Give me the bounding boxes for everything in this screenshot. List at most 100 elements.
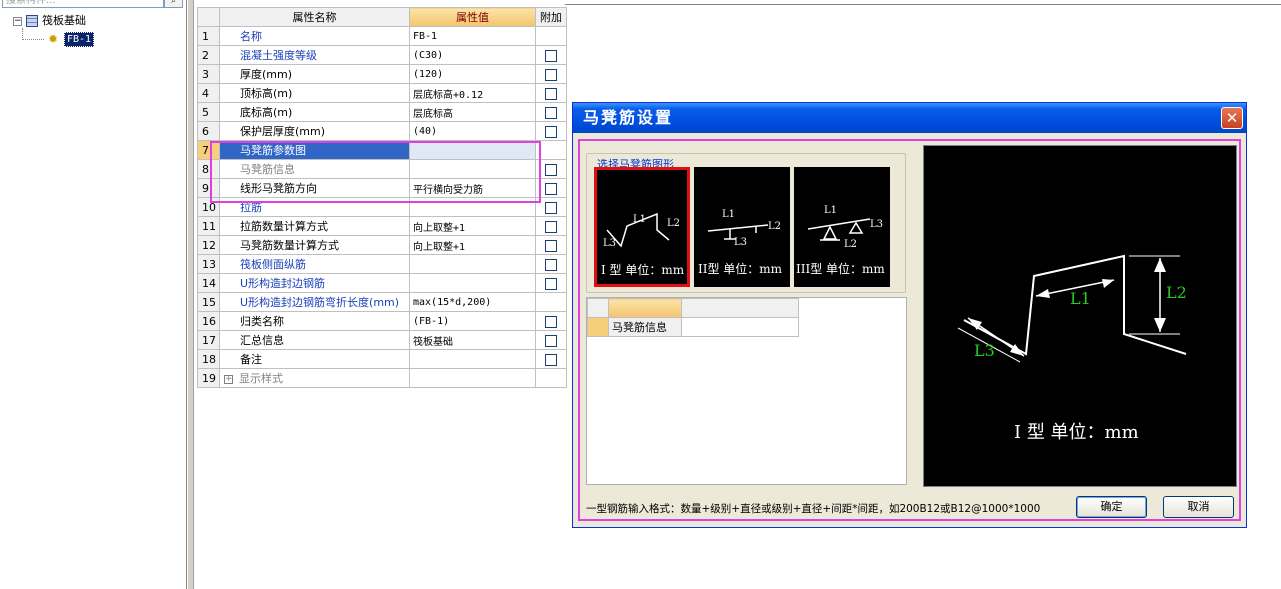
grid-row[interactable]: 1 名称 FB-1 bbox=[197, 26, 567, 46]
extra-checkbox[interactable] bbox=[545, 334, 557, 347]
search-icon[interactable]: ⌕ bbox=[164, 0, 183, 8]
extra-checkbox[interactable] bbox=[545, 182, 557, 195]
extra-cell bbox=[535, 349, 567, 369]
grid-row[interactable]: 3 厚度(mm) (120) bbox=[197, 64, 567, 84]
close-icon[interactable]: ✕ bbox=[1221, 107, 1243, 129]
extra-cell bbox=[535, 26, 567, 46]
row-number: 5 bbox=[197, 102, 220, 122]
grid-row[interactable]: 14 U形构造封边钢筋 bbox=[197, 273, 567, 293]
grid-row[interactable]: 13 筏板侧面纵筋 bbox=[197, 254, 567, 274]
grid-row[interactable]: 5 底标高(m) 层底标高 bbox=[197, 102, 567, 122]
shape-type-1-thumb[interactable]: L1 L2 L3 I 型 单位：mm bbox=[594, 167, 690, 287]
row-number: 18 bbox=[197, 349, 220, 369]
property-name[interactable]: 筏板侧面纵筋 bbox=[219, 254, 410, 274]
grid-corner bbox=[197, 7, 220, 27]
dialog-title: 马凳筋设置 bbox=[573, 103, 1246, 133]
row-number: 1 bbox=[197, 26, 220, 46]
cancel-button[interactable]: 取消 bbox=[1163, 496, 1234, 518]
property-name[interactable]: 保护层厚度(mm) bbox=[219, 121, 410, 141]
extra-checkbox[interactable] bbox=[545, 163, 557, 176]
extra-checkbox[interactable] bbox=[545, 353, 557, 366]
thumb1-l2: L2 bbox=[667, 218, 680, 229]
extra-checkbox[interactable] bbox=[545, 315, 557, 328]
splitter-bar[interactable] bbox=[188, 0, 194, 589]
property-name[interactable]: 拉筋数量计算方式 bbox=[219, 216, 410, 236]
thumb2-l2: L2 bbox=[768, 221, 781, 232]
property-name[interactable]: 备注 bbox=[219, 349, 410, 369]
extra-checkbox[interactable] bbox=[545, 239, 557, 252]
row-number: 6 bbox=[197, 121, 220, 141]
property-name[interactable]: 厚度(mm) bbox=[219, 64, 410, 84]
shape-type-2-thumb[interactable]: L1 L2 L3 II型 单位：mm bbox=[694, 167, 790, 287]
input-format-hint: 一型钢筋输入格式：数量+级别+直径或级别+直径+间距*间距，如200B12或B1… bbox=[586, 503, 1041, 515]
property-value[interactable]: 层底标高 bbox=[409, 102, 536, 122]
property-name[interactable]: 马凳筋数量计算方式 bbox=[219, 235, 410, 255]
grid-row[interactable]: 16 归类名称 (FB-1) bbox=[197, 311, 567, 331]
thumb3-l1: L1 bbox=[824, 205, 837, 216]
extra-cell bbox=[535, 254, 567, 274]
row-number: 3 bbox=[197, 64, 220, 84]
thumb3-l2: L2 bbox=[844, 239, 857, 250]
row-number: 2 bbox=[197, 45, 220, 65]
grid-row[interactable]: 11 拉筋数量计算方式 向上取整+1 bbox=[197, 216, 567, 236]
tree-node-root[interactable]: − 筏板基础 bbox=[13, 13, 86, 29]
grid-row[interactable]: 18 备注 bbox=[197, 349, 567, 369]
property-value[interactable] bbox=[409, 273, 536, 293]
info-header-value bbox=[681, 298, 799, 318]
extra-checkbox[interactable] bbox=[545, 125, 557, 138]
property-name[interactable]: 底标高(m) bbox=[219, 102, 410, 122]
info-row-value[interactable] bbox=[681, 317, 799, 337]
shape-type-3-drawing: L1 L3 L2 III型 单位：mm bbox=[796, 205, 885, 276]
grid-row[interactable]: 17 汇总信息 筏板基础 bbox=[197, 330, 567, 350]
shape-preview: L1 L2 L3 I 型 单位：mm bbox=[923, 145, 1237, 487]
property-name[interactable]: U形构造封边钢筋 bbox=[219, 273, 410, 293]
property-name[interactable]: 混凝土强度等级 bbox=[219, 45, 410, 65]
extra-checkbox[interactable] bbox=[545, 49, 557, 62]
grid-row[interactable]: 12 马凳筋数量计算方式 向上取整+1 bbox=[197, 235, 567, 255]
dialog-body-highlight: 选择马凳筋图形 L1 L2 L3 I 型 单位：mm L1 L2 L3 II型 … bbox=[578, 139, 1241, 521]
property-value[interactable] bbox=[409, 349, 536, 369]
property-value[interactable]: (120) bbox=[409, 64, 536, 84]
property-value[interactable]: max(15*d,200) bbox=[409, 292, 536, 312]
extra-checkbox[interactable] bbox=[545, 68, 557, 81]
preview-l2: L2 bbox=[1166, 283, 1187, 302]
extra-checkbox[interactable] bbox=[545, 258, 557, 271]
extra-checkbox[interactable] bbox=[545, 106, 557, 119]
extra-cell bbox=[535, 292, 567, 312]
ok-button[interactable]: 确定 bbox=[1076, 496, 1147, 518]
extra-checkbox[interactable] bbox=[545, 87, 557, 100]
grid-row[interactable]: 4 顶标高(m) 层底标高+0.12 bbox=[197, 83, 567, 103]
property-name[interactable]: 归类名称 bbox=[219, 311, 410, 331]
extra-checkbox[interactable] bbox=[545, 201, 557, 214]
grid-row[interactable]: 19 + 显示样式 bbox=[197, 368, 567, 388]
property-value[interactable]: 层底标高+0.12 bbox=[409, 83, 536, 103]
property-value[interactable]: 向上取整+1 bbox=[409, 235, 536, 255]
property-value[interactable]: 筏板基础 bbox=[409, 330, 536, 350]
property-value[interactable] bbox=[409, 368, 536, 388]
collapse-icon[interactable]: − bbox=[13, 16, 22, 26]
shape-type-3-thumb[interactable]: L1 L3 L2 III型 单位：mm bbox=[794, 167, 890, 287]
tree-search-input[interactable]: 搜索构件... bbox=[2, 0, 164, 8]
property-value[interactable] bbox=[409, 254, 536, 274]
property-value[interactable]: (C30) bbox=[409, 45, 536, 65]
tree-node-root-label: 筏板基础 bbox=[42, 14, 86, 27]
highlight-annotation bbox=[210, 141, 541, 203]
row-number: 14 bbox=[197, 273, 220, 293]
property-value[interactable]: 向上取整+1 bbox=[409, 216, 536, 236]
expand-icon[interactable]: + bbox=[224, 374, 233, 384]
grid-row[interactable]: 2 混凝土强度等级 (C30) bbox=[197, 45, 567, 65]
extra-checkbox[interactable] bbox=[545, 277, 557, 290]
extra-checkbox[interactable] bbox=[545, 220, 557, 233]
property-value[interactable]: (FB-1) bbox=[409, 311, 536, 331]
property-value[interactable]: FB-1 bbox=[409, 26, 536, 46]
tree-node-fb1[interactable]: ✹ FB-1 bbox=[48, 31, 95, 47]
property-value[interactable]: (40) bbox=[409, 121, 536, 141]
thumb2-l3: L3 bbox=[734, 237, 747, 248]
property-name[interactable]: 顶标高(m) bbox=[219, 83, 410, 103]
grid-row[interactable]: 15 U形构造封边钢筋弯折长度(mm) max(15*d,200) bbox=[197, 292, 567, 312]
property-name[interactable]: U形构造封边钢筋弯折长度(mm) bbox=[219, 292, 410, 312]
property-name[interactable]: + 显示样式 bbox=[219, 368, 410, 388]
grid-row[interactable]: 6 保护层厚度(mm) (40) bbox=[197, 121, 567, 141]
property-name[interactable]: 汇总信息 bbox=[219, 330, 410, 350]
property-name[interactable]: 名称 bbox=[219, 26, 410, 46]
